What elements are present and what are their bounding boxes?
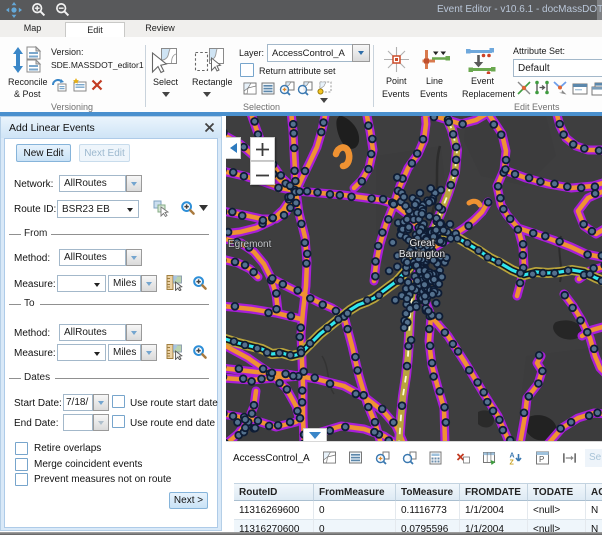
svg-text:P: P	[539, 455, 544, 464]
svg-text:Egremont: Egremont	[228, 239, 272, 250]
svg-text:Z: Z	[510, 460, 515, 466]
svg-text:Barrington: Barrington	[399, 249, 445, 260]
svg-text:A: A	[510, 453, 515, 460]
svg-text:Great: Great	[409, 238, 434, 249]
